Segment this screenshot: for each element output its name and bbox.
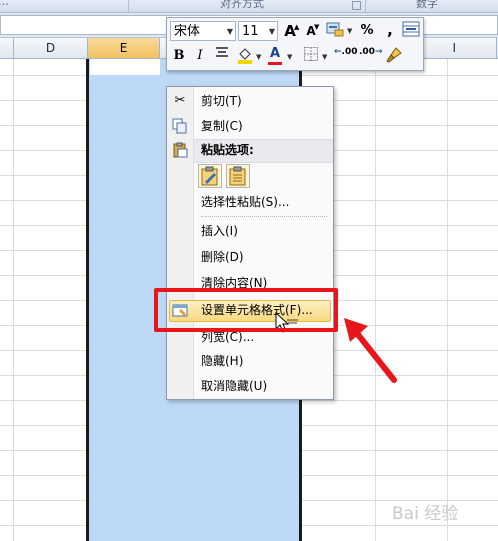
selection-border-left xyxy=(86,59,89,541)
font-color-icon: A xyxy=(269,46,281,61)
merge-center-button[interactable] xyxy=(401,21,421,41)
ribbon-separator xyxy=(128,0,129,12)
menu-item-label: 复制(C) xyxy=(201,119,243,133)
styles-icon xyxy=(326,22,344,37)
watermark-logo: Bai 经验 xyxy=(392,504,459,524)
annotation-highlight-box xyxy=(154,288,338,332)
menu-item-label: 选择性粘贴(S)... xyxy=(201,195,290,209)
borders-icon xyxy=(304,47,318,61)
column-header-d[interactable]: D xyxy=(14,38,88,58)
ribbon-alignment-label: 对齐方式 xyxy=(220,0,264,10)
scissors-icon: ✂ xyxy=(174,93,186,108)
format-painter-button[interactable] xyxy=(384,46,404,66)
chevron-down-icon[interactable]: ▼ xyxy=(256,53,261,61)
menu-item-insert[interactable]: 插入(I) xyxy=(167,220,333,242)
chevron-down-icon: ▼ xyxy=(226,27,233,36)
mini-toolbar: 宋体 ▼ 11 ▼ A ▲ A ▼ ▼ % , B I ▼ A ▼ ▼ ←.00… xyxy=(166,17,424,71)
fill-color-button[interactable] xyxy=(235,46,255,66)
format-painter-style-button[interactable] xyxy=(325,21,345,41)
left-arrow-icon: ← xyxy=(334,47,342,57)
decrease-decimal-label: .00 xyxy=(359,47,375,57)
font-name-select[interactable]: 宋体 ▼ xyxy=(170,21,236,41)
center-align-button[interactable] xyxy=(212,46,232,66)
menu-separator xyxy=(201,216,327,217)
font-color-swatch xyxy=(268,62,282,65)
ribbon-number-label: 数字 xyxy=(416,0,438,10)
copy-icon xyxy=(172,118,188,134)
menu-item-label: 剪切(T) xyxy=(201,94,242,108)
clipboard-icon xyxy=(229,166,246,186)
menu-item-copy[interactable]: 复制(C) xyxy=(167,115,333,137)
ribbon-separator xyxy=(365,0,366,12)
ribbon-group-labels: … 对齐方式 数字 xyxy=(0,0,498,13)
font-size-value: 11 xyxy=(242,24,259,39)
paste-format-icon xyxy=(201,166,218,186)
shrink-font-button[interactable]: A ▼ xyxy=(301,21,321,41)
chevron-down-icon[interactable]: ▼ xyxy=(287,53,292,61)
increase-decimal-label: .00 xyxy=(341,47,358,57)
menu-item-unhide[interactable]: 取消隐藏(U) xyxy=(167,375,333,397)
menu-item-paste-special[interactable]: 选择性粘贴(S)... xyxy=(167,191,333,213)
context-menu: ✂ 剪切(T) 复制(C) 粘贴选项: 选择性粘贴(S)... 插入(I) 删除… xyxy=(166,86,334,400)
annotation-arrow-icon xyxy=(344,318,397,383)
up-caret-icon: ▲ xyxy=(294,23,300,31)
comma-style-button[interactable]: , xyxy=(380,20,400,40)
active-cell[interactable] xyxy=(90,59,160,75)
font-color-button[interactable]: A xyxy=(265,44,285,65)
column-header-partial[interactable] xyxy=(0,38,14,58)
column-header-e[interactable]: E xyxy=(88,38,160,58)
right-arrow-icon: → xyxy=(374,47,383,57)
align-center-icon xyxy=(216,47,228,57)
ribbon-left-fragment: … xyxy=(0,0,9,8)
paste-button[interactable] xyxy=(226,164,250,188)
chevron-down-icon[interactable]: ▼ xyxy=(347,27,352,35)
font-name-value: 宋体 xyxy=(174,24,201,39)
decrease-decimal-button[interactable]: .00→ xyxy=(359,46,383,68)
italic-button[interactable]: I xyxy=(190,46,210,66)
menu-item-hide[interactable]: 隐藏(H) xyxy=(167,350,333,372)
chevron-down-icon: ▼ xyxy=(268,27,275,36)
alignment-dialog-launcher-icon[interactable] xyxy=(352,1,361,10)
paste-icon xyxy=(172,142,188,158)
percent-style-button[interactable]: % xyxy=(357,21,377,41)
borders-button[interactable] xyxy=(301,46,321,66)
paste-formatting-button[interactable] xyxy=(198,164,222,188)
paintbrush-icon xyxy=(386,47,402,63)
menu-item-label: 取消隐藏(U) xyxy=(201,379,268,393)
chevron-down-icon[interactable]: ▼ xyxy=(322,53,327,61)
increase-decimal-button[interactable]: ←.00 xyxy=(334,46,358,68)
down-caret-icon: ▼ xyxy=(314,23,320,31)
paint-bucket-icon xyxy=(238,48,252,64)
menu-item-label: 插入(I) xyxy=(201,224,238,238)
menu-item-label: 隐藏(H) xyxy=(201,354,244,368)
bold-button[interactable]: B xyxy=(169,46,189,66)
menu-item-label: 删除(D) xyxy=(201,250,244,264)
font-size-select[interactable]: 11 ▼ xyxy=(238,21,278,41)
menu-item-delete[interactable]: 删除(D) xyxy=(167,246,333,268)
menu-item-label: 粘贴选项: xyxy=(201,143,254,157)
grow-font-button[interactable]: A ▲ xyxy=(280,21,300,41)
merge-cells-icon xyxy=(402,21,420,37)
menu-item-cut[interactable]: ✂ 剪切(T) xyxy=(167,90,333,112)
menu-item-paste-options: 粘贴选项: xyxy=(167,139,333,161)
